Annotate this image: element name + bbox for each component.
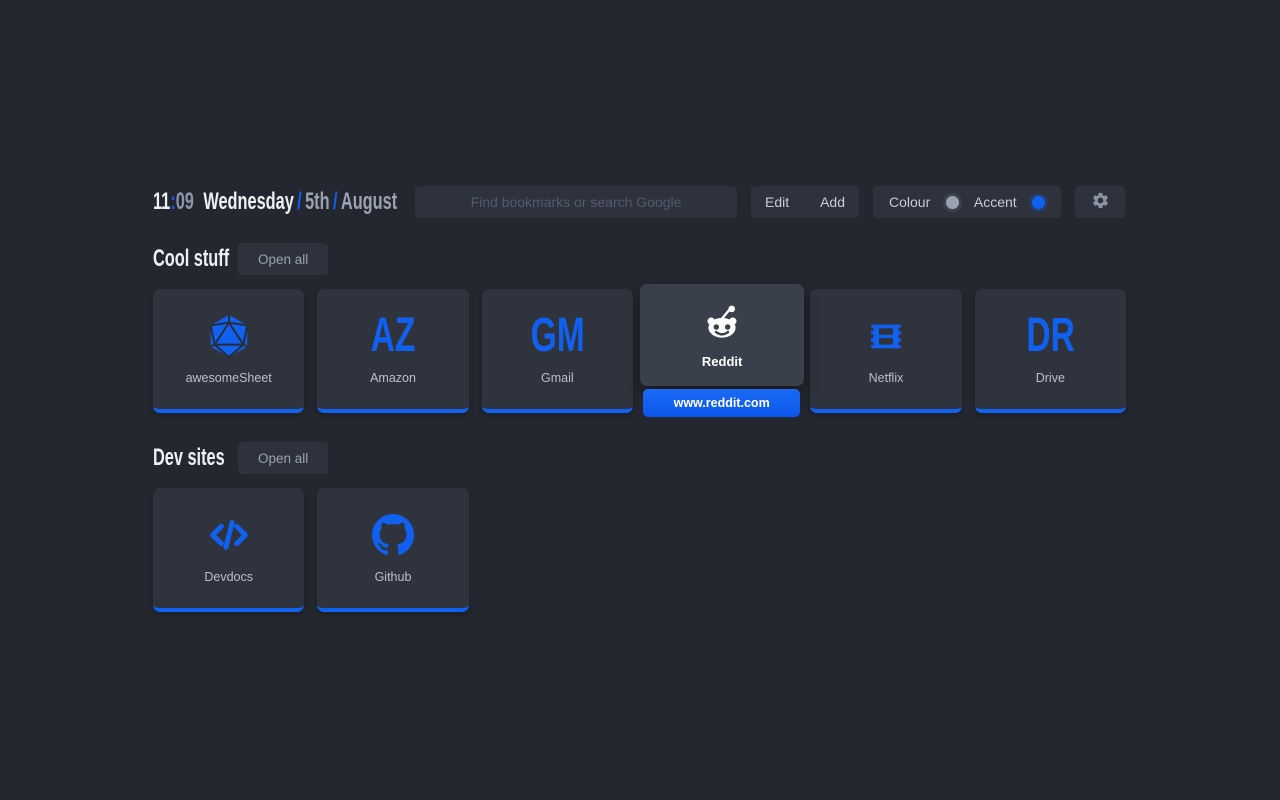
initials-icon: DR	[1026, 309, 1075, 362]
clock-hours: 11	[153, 188, 171, 215]
bookmark-cell-reddit: Reddit www.reddit.com	[639, 284, 805, 417]
github-icon	[371, 512, 414, 558]
clock-date: 11:09 Wednesday/5th / August	[153, 188, 401, 216]
colour-label: Colour	[889, 194, 931, 210]
icosahedron-icon	[206, 313, 252, 359]
search-input[interactable]	[415, 186, 737, 218]
bookmark-grid-dev-sites: Devdocs Github	[153, 488, 1126, 612]
initials-icon: AZ	[370, 309, 416, 362]
section-title: Cool stuff	[153, 245, 230, 272]
clock-minutes: 09	[175, 188, 194, 215]
clock: 11:09	[153, 188, 194, 215]
date-separator: /	[297, 188, 302, 215]
add-button[interactable]: Add	[820, 194, 845, 210]
bookmark-tile-netflix[interactable]: Netflix	[810, 289, 962, 413]
bookmark-tile-amazon[interactable]: AZ Amazon	[317, 289, 469, 413]
bookmark-label: Devdocs	[204, 570, 253, 584]
date-month: August	[340, 188, 398, 215]
bookmark-grid-cool-stuff: awesomeSheet AZ Amazon GM Gmail Reddit w…	[153, 284, 1126, 417]
section-header-dev-sites: Dev sites Open all	[153, 442, 1126, 474]
edit-add-group: Edit Add	[751, 186, 859, 218]
open-all-button[interactable]: Open all	[238, 243, 329, 275]
bookmark-label: Github	[374, 570, 412, 584]
bookmark-label: awesomeSheet	[185, 371, 272, 385]
date: Wednesday/5th / August	[203, 188, 397, 215]
bookmark-label: Netflix	[868, 371, 904, 385]
bookmark-label: Gmail	[540, 371, 574, 385]
bookmark-tile-drive[interactable]: DR Drive	[974, 289, 1126, 413]
date-day: 5th	[305, 188, 330, 215]
accent-picker-dot[interactable]	[1032, 195, 1045, 209]
settings-button[interactable]	[1075, 186, 1125, 218]
bookmark-tile-gmail[interactable]: GM Gmail	[481, 289, 633, 413]
bookmark-label: Drive	[1035, 371, 1065, 385]
bookmark-label: Amazon	[370, 371, 416, 385]
code-icon	[206, 512, 252, 558]
date-separator: /	[332, 188, 338, 215]
section-title: Dev sites	[153, 444, 225, 471]
start-page: 11:09Wednesday/5th/August Edit Add Colou…	[153, 186, 1126, 612]
bookmark-label: Reddit	[701, 354, 743, 369]
reddit-icon	[700, 301, 744, 345]
bookmark-tile-awesomesheet[interactable]: awesomeSheet	[153, 289, 305, 413]
section-header-cool-stuff: Cool stuff Open all	[153, 243, 1126, 275]
date-weekday: Wednesday	[203, 188, 294, 215]
theme-group: Colour Accent	[873, 186, 1061, 218]
bookmark-tile-github[interactable]: Github	[317, 488, 469, 612]
edit-button[interactable]: Edit	[765, 194, 789, 210]
gear-icon	[1091, 191, 1110, 213]
bookmark-url-tooltip: www.reddit.com	[642, 389, 801, 417]
top-bar: 11:09Wednesday/5th/August Edit Add Colou…	[153, 186, 1126, 218]
colour-picker-dot[interactable]	[945, 195, 959, 209]
accent-label: Accent	[973, 194, 1017, 210]
bookmark-tile-devdocs[interactable]: Devdocs	[153, 488, 305, 612]
initials-icon: GM	[530, 309, 585, 362]
film-strip-icon	[865, 313, 907, 359]
open-all-button[interactable]: Open all	[238, 442, 329, 474]
bookmark-tile-reddit[interactable]: Reddit	[639, 284, 805, 386]
